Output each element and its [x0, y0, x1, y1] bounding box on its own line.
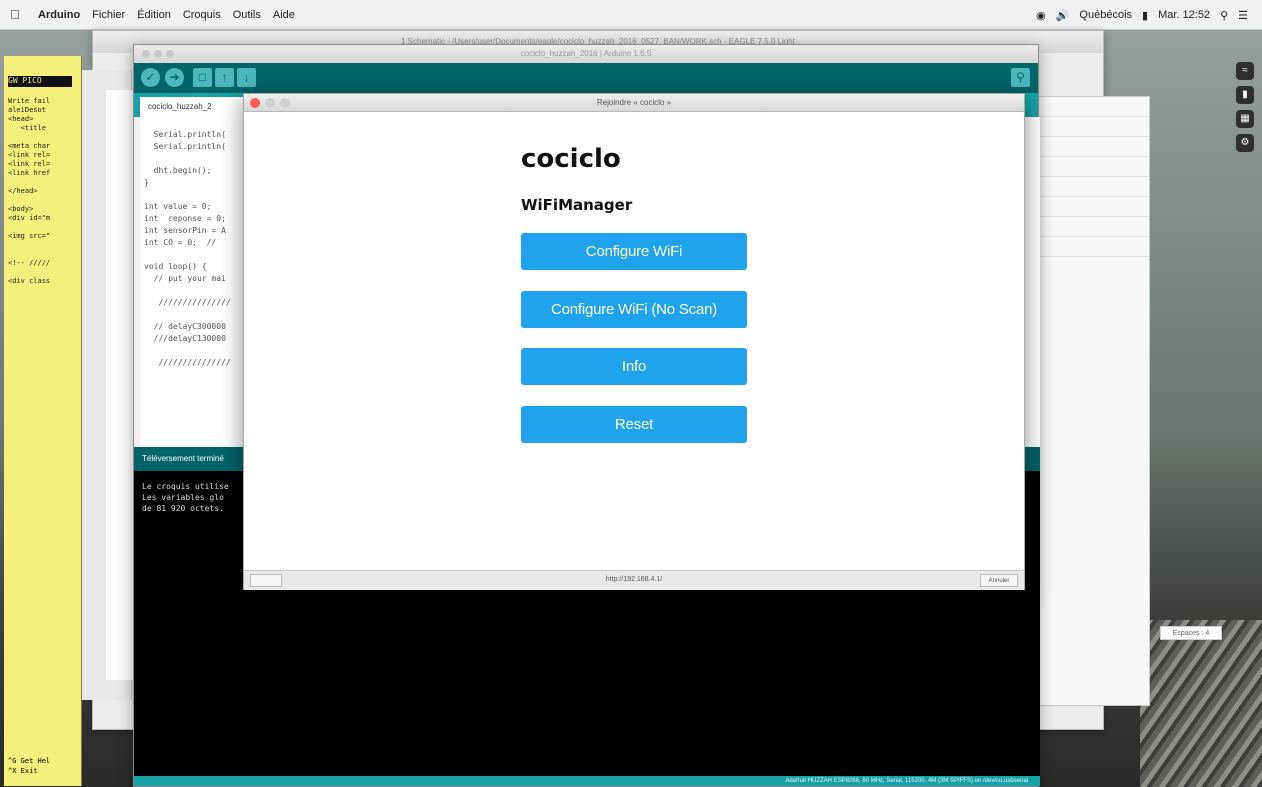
- right-dock: ≈ ▮ ▦ ⚙: [1232, 56, 1258, 196]
- portal-title-bar[interactable]: Rejoindre « cociclo »: [244, 94, 1024, 112]
- portal-title: Rejoindre « cociclo »: [596, 98, 672, 107]
- info-button[interactable]: Info: [521, 348, 747, 385]
- close-icon[interactable]: [142, 50, 150, 58]
- menu-outils[interactable]: Outils: [233, 9, 261, 21]
- save-sketch-icon[interactable]: ↓: [237, 68, 256, 87]
- portal-content: cociclo WiFiManager Configure WiFi Confi…: [244, 112, 1024, 570]
- finder-icon[interactable]: ▦: [1236, 110, 1254, 128]
- menu-bar:  Arduino Fichier Édition Croquis Outils…: [0, 0, 1262, 30]
- configure-wifi-no-scan-button[interactable]: Configure WiFi (No Scan): [521, 291, 747, 328]
- battery-icon[interactable]: ▮: [1142, 9, 1148, 22]
- notification-center-icon[interactable]: ☰: [1238, 9, 1248, 22]
- settings-icon[interactable]: ⚙: [1236, 134, 1254, 152]
- nano-terminal-window[interactable]: GW PICO Write fail aleiDesot <head> <tit…: [4, 56, 82, 786]
- configure-wifi-button[interactable]: Configure WiFi: [521, 233, 747, 270]
- menu-aide[interactable]: Aide: [273, 9, 295, 21]
- minimize-icon[interactable]: [154, 50, 162, 58]
- menu-arduino[interactable]: Arduino: [38, 9, 80, 21]
- nano-shortcuts: ^G Get Hel ^X Exit: [4, 750, 81, 786]
- spaces-label: Espaces : 4: [1160, 626, 1222, 640]
- portal-url: http://192.168.4.1/: [605, 576, 663, 583]
- input-source-label[interactable]: Québécois: [1079, 9, 1132, 21]
- apple-menu-icon[interactable]: : [10, 7, 26, 22]
- menu-status-area: ◉ 🔊 Québécois ▮ Mar. 12:52 ⚲ ☰: [1036, 0, 1248, 30]
- wifimanager-subheading: WiFiManager: [521, 196, 633, 214]
- menu-fichier[interactable]: Fichier: [92, 9, 125, 21]
- wifi-icon[interactable]: ◉: [1036, 9, 1046, 22]
- activity-monitor-icon[interactable]: ≈: [1236, 62, 1254, 80]
- battery-status-icon[interactable]: ▮: [1236, 86, 1254, 104]
- portal-close-icon[interactable]: [250, 98, 260, 108]
- ide-title: cociclo_huzzah_2016 | Arduino 1.6.5: [520, 49, 652, 58]
- clock-label[interactable]: Mar. 12:52: [1158, 9, 1210, 21]
- spotlight-icon[interactable]: ⚲: [1220, 9, 1228, 22]
- reset-button[interactable]: Reset: [521, 406, 747, 443]
- zoom-icon[interactable]: [166, 50, 174, 58]
- background-side-panel: [1034, 96, 1150, 706]
- wallpaper-rocks: [1140, 620, 1262, 787]
- nano-header: GW PICO: [8, 76, 72, 87]
- nano-text: Write fail aleiDesot <head> <title <meta…: [8, 97, 51, 285]
- ide-toolbar: ✓ ➜ □ ↑ ↓ ⚲: [134, 63, 1038, 93]
- new-sketch-icon[interactable]: □: [193, 68, 212, 87]
- menu-croquis[interactable]: Croquis: [183, 9, 221, 21]
- serial-monitor-icon[interactable]: ⚲: [1011, 68, 1030, 87]
- tab-sketch[interactable]: cociclo_huzzah_2: [140, 97, 260, 117]
- captive-portal-window[interactable]: Rejoindre « cociclo » cociclo WiFiManage…: [243, 93, 1025, 590]
- network-name-heading: cociclo: [521, 144, 621, 174]
- portal-minimize-icon[interactable]: [265, 98, 275, 108]
- nano-shortcut-exit[interactable]: ^X Exit: [8, 766, 78, 776]
- menu-edition[interactable]: Édition: [137, 9, 171, 21]
- portal-footer: http://192.168.4.1/ Annuler: [244, 570, 1024, 590]
- volume-icon[interactable]: 🔊: [1056, 9, 1070, 22]
- board-info: Adafruit HUZZAH ESP8266, 80 MHz, Serial,…: [134, 776, 1040, 786]
- ide-title-bar[interactable]: cociclo_huzzah_2016 | Arduino 1.6.5: [134, 45, 1038, 63]
- cancel-button[interactable]: Annuler: [980, 574, 1018, 587]
- nano-shortcut-help[interactable]: ^G Get Hel: [8, 756, 78, 766]
- verify-icon[interactable]: ✓: [141, 68, 160, 87]
- portal-zoom-icon[interactable]: [280, 98, 290, 108]
- open-sketch-icon[interactable]: ↑: [215, 68, 234, 87]
- background-file-list: [106, 90, 134, 680]
- upload-icon[interactable]: ➜: [165, 68, 184, 87]
